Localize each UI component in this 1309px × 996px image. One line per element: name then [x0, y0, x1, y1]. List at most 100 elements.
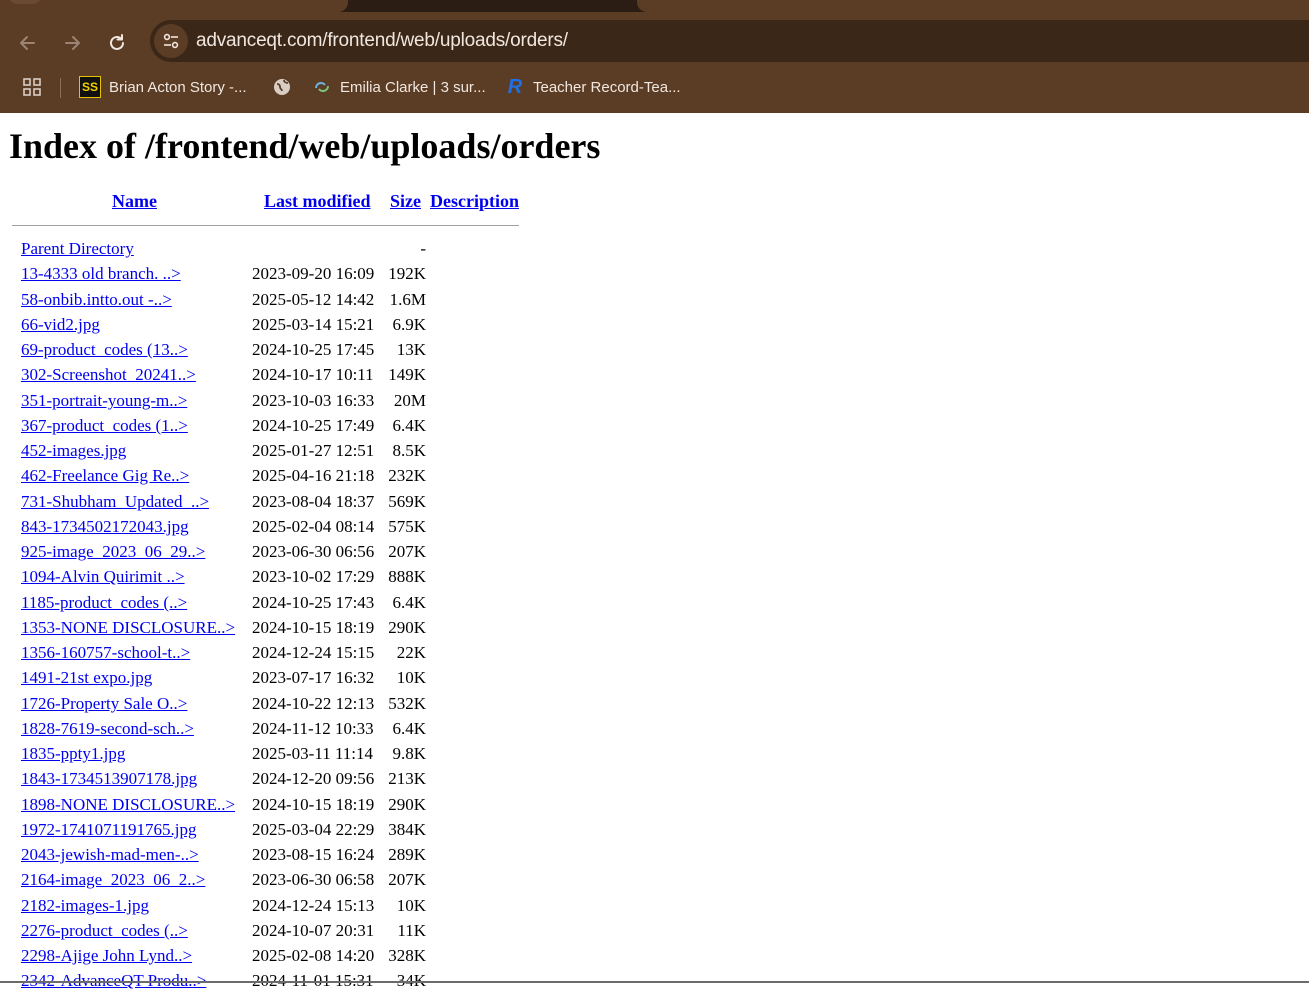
file-link[interactable]: 2276-product_codes (..> — [21, 921, 188, 941]
file-modified-date: 2024-10-15 18:19 — [252, 618, 375, 637]
file-link[interactable]: 2164-image_2023_06_2..> — [21, 870, 205, 890]
table-row: 1726-Property Sale O..> 2024-10-22 12:13 5… — [0, 694, 600, 719]
file-modified-date: 2025-04-16 21:18 — [252, 466, 375, 485]
file-modified-date: 2025-03-11 11:14 — [252, 744, 374, 763]
file-size: 20M — [393, 391, 426, 410]
file-link[interactable]: 1353-NONE DISCLOSURE..> — [21, 618, 235, 638]
file-modified-date: 2023-08-04 18:37 — [252, 492, 375, 511]
sort-by-size-link[interactable]: Size — [390, 191, 421, 212]
site-info-button[interactable] — [154, 24, 188, 58]
apps-grid-icon — [23, 78, 41, 96]
file-modified-date: 2025-05-12 14:42 — [252, 290, 375, 309]
table-row: 2043-jewish-mad-men-..> 2023-08-15 16:24 2… — [0, 845, 600, 870]
file-link[interactable]: 2043-jewish-mad-men-..> — [21, 845, 199, 865]
file-size: 6.9K — [392, 315, 426, 334]
file-size: 569K — [388, 492, 426, 511]
bookmark-emilia-clarke[interactable]: Emilia Clarke | 3 sur... — [312, 75, 486, 99]
table-row: 58-onbib.intto.out -..> 2025-05-12 14:42 1… — [0, 290, 600, 315]
bookmark-label: Teacher Record-Tea... — [533, 78, 681, 96]
file-link[interactable]: 731-Shubham_Updated_..> — [21, 492, 209, 512]
file-size: 290K — [388, 618, 426, 637]
file-link[interactable]: 1356-160757-school-t..> — [21, 643, 190, 663]
file-size: 8.5K — [392, 441, 426, 460]
file-link[interactable]: 13-4333 old branch. ..> — [21, 264, 181, 284]
table-row: 452-images.jpg 2025-01-27 12:51 8.5K — [0, 441, 600, 466]
file-link[interactable]: 367-product_codes (1..> — [21, 416, 188, 436]
file-modified-date: 2023-06-30 06:58 — [252, 870, 375, 889]
file-link[interactable]: 1094-Alvin Quirimit ..> — [21, 567, 185, 587]
file-modified-date: 2023-10-03 16:33 — [252, 391, 375, 410]
sort-by-name-link[interactable]: Name — [112, 191, 157, 212]
file-link[interactable]: 1972-1741071191765.jpg — [21, 820, 197, 840]
table-row: 925-image_2023_06_29..> 2023-06-30 06:56 2… — [0, 542, 600, 567]
file-link[interactable]: 2298-Ajige John Lynd..> — [21, 946, 192, 966]
file-modified-date: 2024-11-12 10:33 — [252, 719, 374, 738]
file-modified-date: 2024-10-17 10:11 — [252, 365, 374, 384]
table-row: 1843-1734513907178.jpg 2024-12-20 09:56 21… — [0, 769, 600, 794]
file-link[interactable]: 58-onbib.intto.out -..> — [21, 290, 172, 310]
file-link[interactable]: 925-image_2023_06_29..> — [21, 542, 205, 562]
file-link[interactable]: 351-portrait-young-m..> — [21, 391, 187, 411]
file-modified-date: 2024-10-07 20:31 — [252, 921, 375, 940]
table-row: 1185-product_codes (..> 2024-10-25 17:43 6… — [0, 593, 600, 618]
r-logo-icon: R — [507, 75, 523, 98]
table-row: 731-Shubham_Updated_..> 2023-08-04 18:37 5… — [0, 492, 600, 517]
parent-directory-link[interactable]: Parent Directory — [21, 239, 134, 259]
table-row: 1835-ppty1.jpg 2025-03-11 11:14 9.8K — [0, 744, 600, 769]
file-size: 11K — [397, 921, 426, 940]
file-size: 6.4K — [392, 719, 426, 738]
file-size: 9.8K — [392, 744, 426, 763]
bookmarks-bar: SS Brian Acton Story -... Emilia Clarke … — [0, 70, 1309, 106]
tune-icon — [163, 33, 179, 49]
table-row: 1972-1741071191765.jpg 2025-03-04 22:29 38… — [0, 820, 600, 845]
file-link[interactable]: 1491-21st expo.jpg — [21, 668, 152, 688]
file-link[interactable]: 1726-Property Sale O..> — [21, 694, 187, 714]
file-link[interactable]: 1898-NONE DISCLOSURE..> — [21, 795, 235, 815]
file-size: 6.4K — [392, 416, 426, 435]
table-row: 2164-image_2023_06_2..> 2023-06-30 06:58 2… — [0, 870, 600, 895]
table-row: 302-Screenshot_20241..> 2024-10-17 10:11 1… — [0, 365, 600, 390]
file-size: 328K — [388, 946, 426, 965]
table-row: 69-product_codes (13..> 2024-10-25 17:45 1… — [0, 340, 600, 365]
file-link[interactable]: 1835-ppty1.jpg — [21, 744, 125, 764]
url-text[interactable]: advanceqt.com/frontend/web/uploads/order… — [196, 30, 568, 52]
file-link[interactable]: 302-Screenshot_20241..> — [21, 365, 196, 385]
file-link[interactable]: 2182-images-1.jpg — [21, 896, 149, 916]
table-row: 13-4333 old branch. ..> 2023-09-20 16:09 1… — [0, 264, 600, 289]
bookmark-teacher-record[interactable]: R Teacher Record-Tea... — [505, 75, 681, 99]
bookmark-globe[interactable] — [272, 75, 300, 99]
header-divider — [12, 225, 519, 226]
file-link[interactable]: 843-1734502172043.jpg — [21, 517, 189, 537]
bookmark-label: Brian Acton Story -... — [109, 78, 247, 96]
forward-button[interactable] — [58, 29, 86, 57]
file-link[interactable]: 1185-product_codes (..> — [21, 593, 187, 613]
file-modified-date: 2024-10-22 12:13 — [252, 694, 375, 713]
reload-button[interactable] — [103, 29, 131, 57]
table-row: 367-product_codes (1..> 2024-10-25 17:49 6… — [0, 416, 600, 441]
file-size: 532K — [388, 694, 426, 713]
file-link[interactable]: 462-Freelance Gig Re..> — [21, 466, 189, 486]
table-row: 1828-7619-second-sch..> 2024-11-12 10:33 6… — [0, 719, 600, 744]
bookmark-brian-acton[interactable]: SS Brian Acton Story -... — [79, 75, 247, 99]
tab-edge — [8, 0, 42, 4]
file-modified-date: 2024-10-25 17:43 — [252, 593, 375, 612]
sort-by-description-link[interactable]: Description — [430, 191, 519, 212]
sort-by-modified-link[interactable]: Last modified — [264, 191, 371, 212]
table-row: 2298-Ajige John Lynd..> 2025-02-08 14:20 3… — [0, 946, 600, 971]
file-link[interactable]: 69-product_codes (13..> — [21, 340, 188, 360]
file-link[interactable]: 452-images.jpg — [21, 441, 126, 461]
browser-toolbar: advanceqt.com/frontend/web/uploads/order… — [0, 12, 1309, 113]
file-size: 575K — [388, 517, 426, 536]
parent-directory-row: Parent Directory - — [0, 239, 600, 264]
file-modified-date: 2024-10-25 17:45 — [252, 340, 375, 359]
table-row: 1898-NONE DISCLOSURE..> 2024-10-15 18:19 2… — [0, 795, 600, 820]
file-link[interactable]: 1828-7619-second-sch..> — [21, 719, 194, 739]
file-link[interactable]: 1843-1734513907178.jpg — [21, 769, 197, 789]
file-modified-date: 2025-02-08 14:20 — [252, 946, 375, 965]
file-size: 232K — [388, 466, 426, 485]
file-link[interactable]: 66-vid2.jpg — [21, 315, 100, 335]
file-modified-date: 2023-10-02 17:29 — [252, 567, 375, 586]
apps-button[interactable] — [22, 75, 42, 99]
address-bar[interactable]: advanceqt.com/frontend/web/uploads/order… — [150, 20, 1309, 62]
back-button[interactable] — [14, 29, 42, 57]
